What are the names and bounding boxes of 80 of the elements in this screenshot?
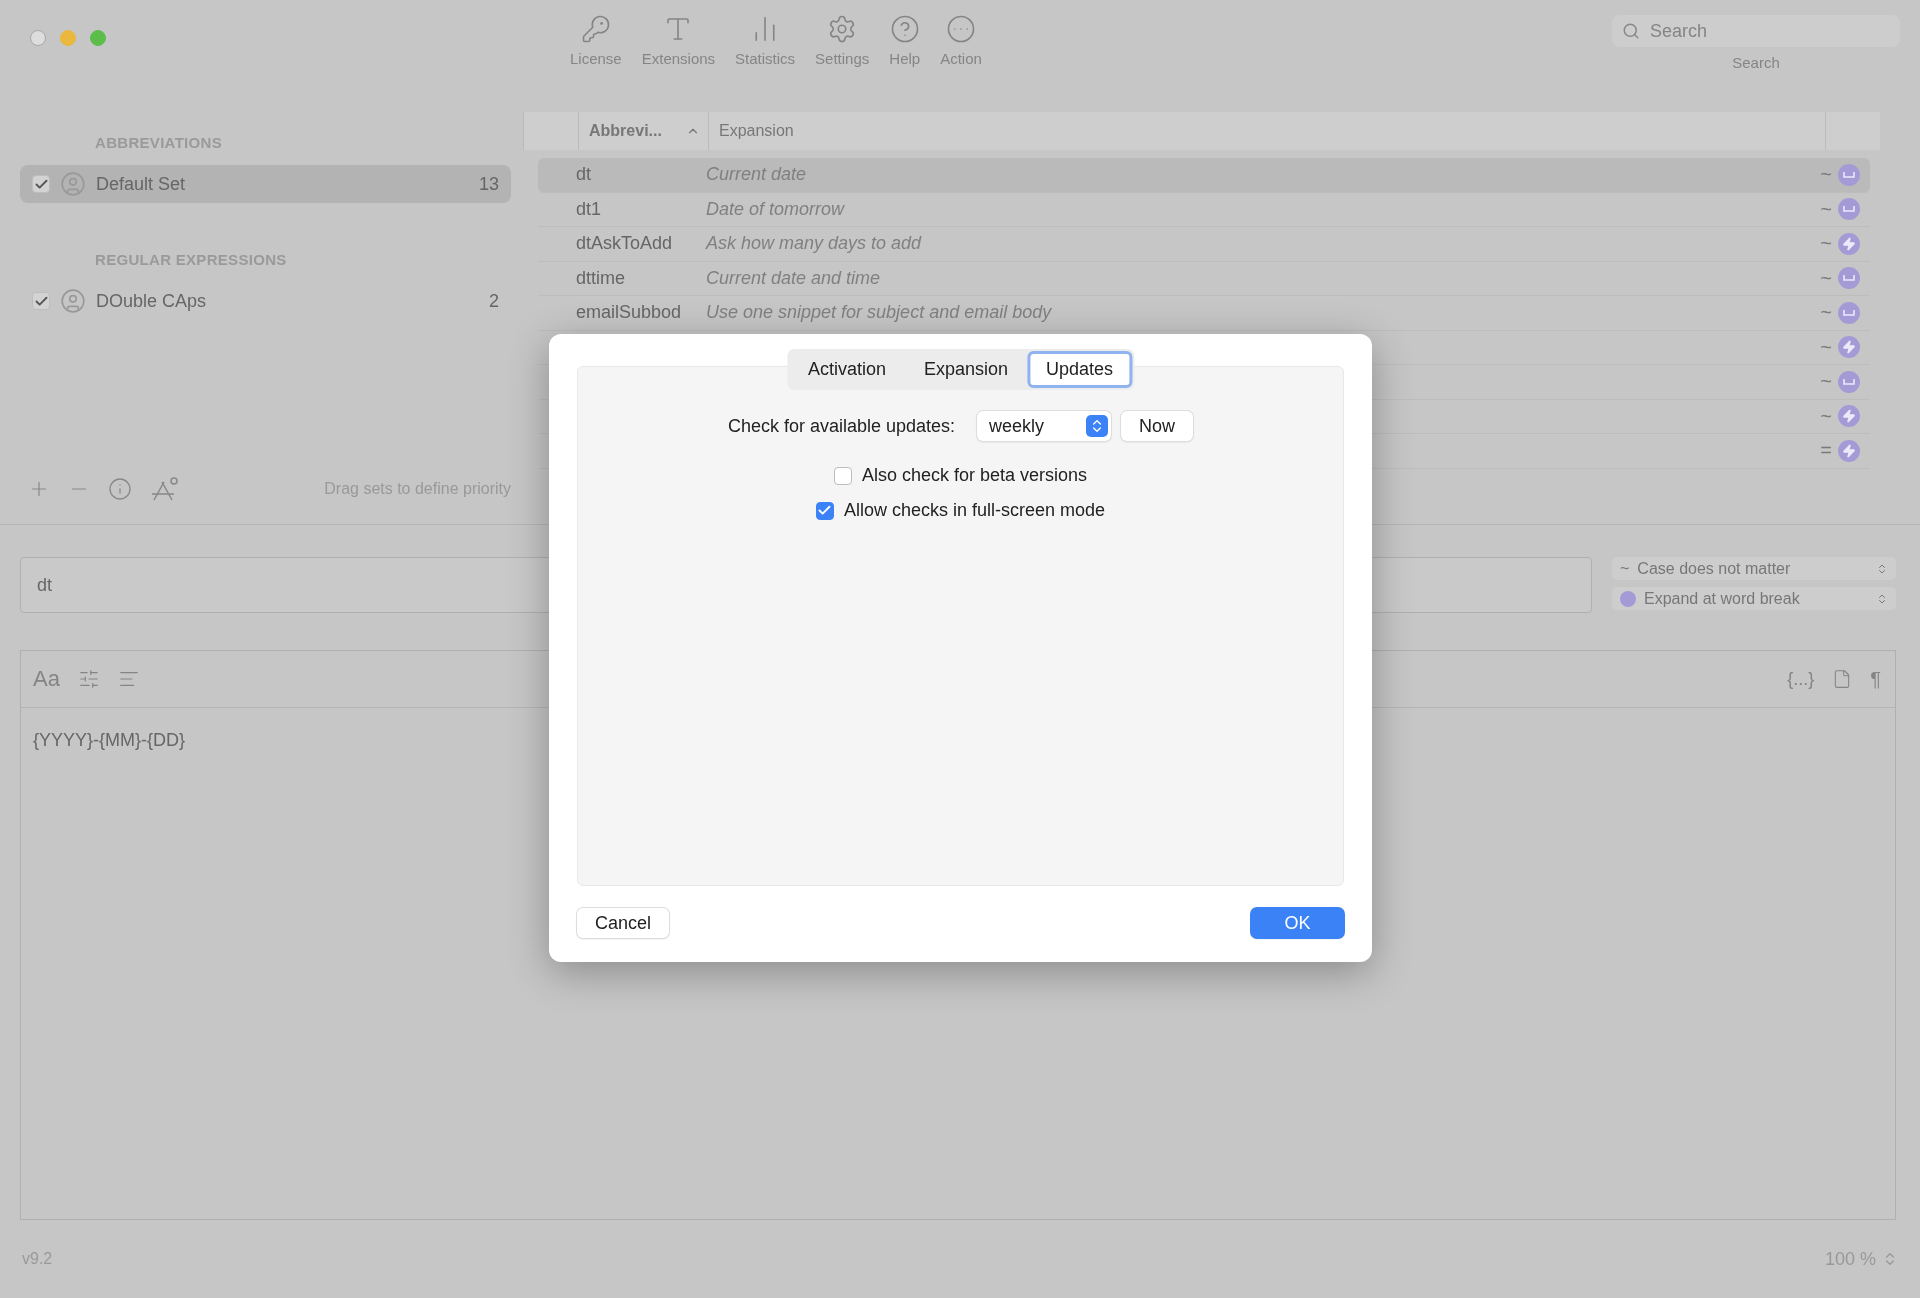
set-count: 2	[489, 290, 499, 312]
table-row[interactable]: dtAskToAdd Ask how many days to add ~	[538, 227, 1870, 262]
table-cell-text: emailSubbod	[575, 302, 683, 324]
info-icon[interactable]	[108, 477, 132, 501]
ellipsis-icon	[946, 14, 976, 44]
set-name: Default Set	[96, 173, 186, 195]
search-icon	[1622, 22, 1640, 40]
chevrons-icon	[1876, 592, 1888, 605]
table-cell-text: Ask how many days to add	[706, 233, 923, 255]
updates-label: Check for available updates:	[727, 415, 956, 437]
placeholder-button[interactable]: {...}	[1787, 668, 1815, 690]
toolbar-button[interactable]: Help	[889, 14, 921, 67]
column-header[interactable]: Abbrevi...	[578, 112, 708, 150]
table-row[interactable]: dt1 Date of tomorrow ~	[538, 192, 1870, 227]
tab[interactable]: Expansion	[904, 351, 1028, 388]
sliders-icon[interactable]	[77, 668, 100, 690]
checkbox[interactable]	[32, 292, 50, 310]
search-field[interactable]: Search	[1612, 15, 1900, 47]
now-button[interactable]: Now	[1121, 411, 1194, 441]
case-mark: ~	[1820, 197, 1832, 221]
zoom-window-icon[interactable]	[90, 30, 106, 46]
close-window-icon[interactable]	[30, 30, 46, 46]
option-label: Also check for beta versions	[861, 465, 1088, 486]
case-dropdown[interactable]: ~ Case does not matter	[1612, 557, 1896, 580]
frequency-select[interactable]: weekly	[977, 411, 1112, 441]
space-icon	[1843, 206, 1855, 213]
tab[interactable]: Activation	[788, 351, 905, 388]
case-mark: ~	[1820, 163, 1832, 187]
app-settings-icon[interactable]	[150, 475, 180, 503]
option-label: Allow checks in full-screen mode	[843, 500, 1106, 521]
toolbar-button[interactable]: License	[570, 14, 622, 67]
table-row[interactable]: dttime Current date and time ~	[538, 261, 1870, 296]
table-cell-text: Current date	[706, 164, 808, 186]
set-name: DOuble CAps	[96, 290, 207, 312]
space-icon	[1843, 171, 1855, 178]
pilcrow-button[interactable]: ¶	[1870, 667, 1881, 691]
table-cell-text: Date of tomorrow	[706, 198, 846, 220]
column-header[interactable]: Expansion	[708, 112, 1825, 150]
table-cell-text: dtAskToAdd	[575, 233, 674, 255]
table-cell-text: dt	[575, 164, 592, 186]
checkbox[interactable]	[833, 466, 852, 485]
space-icon	[1843, 309, 1855, 316]
key-icon	[580, 14, 611, 44]
space-icon	[1843, 275, 1855, 282]
search-label: Search	[1732, 54, 1780, 71]
minimize-window-icon[interactable]	[60, 30, 76, 46]
case-mark: ~	[1820, 232, 1832, 256]
toolbar-button[interactable]: Action	[940, 14, 982, 67]
search-input[interactable]: Search	[1648, 19, 1890, 43]
table-cell-text: Current date and time	[706, 267, 882, 289]
toolbar-button[interactable]: Extensions	[641, 14, 716, 67]
case-mark: ~	[1820, 301, 1832, 325]
table-row[interactable]: emailSubbod Use one snippet for subject and email body ~	[538, 296, 1870, 331]
table-cell-text: dttime	[575, 267, 627, 289]
case-mark: ~	[1820, 370, 1832, 394]
cancel-button[interactable]: Cancel	[577, 908, 670, 938]
toolbar-button[interactable]: Settings	[815, 14, 870, 67]
space-icon	[1843, 378, 1855, 385]
tab[interactable]: Updates	[1027, 351, 1133, 388]
help-icon	[889, 14, 920, 44]
case-mark: ~	[1820, 404, 1832, 428]
table-cell-text: dt1	[575, 198, 603, 220]
expand-dropdown[interactable]: Expand at word break	[1612, 587, 1896, 610]
case-mark: ~	[1820, 335, 1832, 359]
set-row[interactable]: DOuble CAps 2	[20, 282, 511, 320]
table-row[interactable]: dt Current date ~	[538, 158, 1870, 193]
ok-button[interactable]: OK	[1251, 908, 1344, 938]
set-count: 13	[478, 173, 499, 195]
snippet-text[interactable]: {YYYY}-{MM}-{DD}	[21, 708, 1895, 773]
font-button[interactable]: Aa	[33, 666, 60, 692]
table-cell-text: Use one snippet for subject and email body	[706, 302, 1053, 324]
user-icon	[60, 288, 86, 314]
user-icon	[60, 171, 86, 197]
checkbox[interactable]	[815, 501, 834, 520]
set-row[interactable]: Default Set 13	[20, 165, 511, 203]
chevrons-icon	[1876, 562, 1888, 575]
toolbar-button[interactable]: Statistics	[735, 14, 796, 67]
case-mark: ~	[1820, 266, 1832, 290]
checkbox[interactable]	[32, 175, 50, 193]
case-mark: =	[1820, 439, 1832, 463]
